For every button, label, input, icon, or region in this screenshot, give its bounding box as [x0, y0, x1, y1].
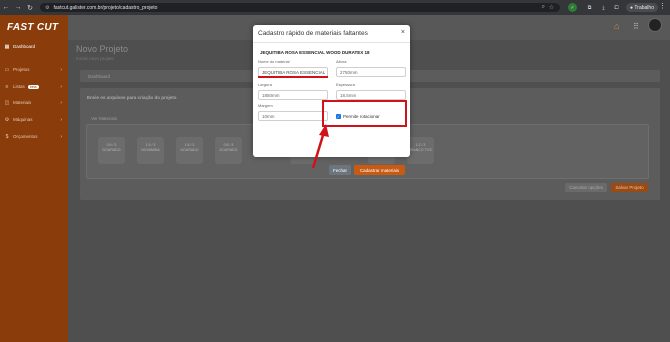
nome-label: Nome do material: [258, 59, 290, 64]
register-materials-button[interactable]: Cadastrar materiais: [354, 165, 405, 175]
width-field[interactable]: 1850mm: [258, 90, 328, 100]
espessura-label: Espessura: [336, 82, 355, 87]
tile-name: BRANCO TX/C: [408, 148, 433, 152]
material-tile[interactable]: 1.2 / 3 BRANCO TX/C: [407, 137, 434, 164]
sidebar-item-label: Dashboard: [13, 44, 36, 49]
puzzle-icon[interactable]: ⧉: [585, 3, 594, 12]
avatar[interactable]: [648, 18, 662, 32]
sidebar-item-projetos[interactable]: ▭ Projetos ›: [4, 65, 66, 74]
page-subtitle: Iniciar novo projeto: [76, 56, 115, 61]
machine-icon: ⚙: [4, 116, 10, 123]
save-project-button[interactable]: Salvar Projeto: [611, 183, 648, 192]
sidebar-item-label: Projetos: [13, 67, 30, 72]
extension-icon[interactable]: ✓: [568, 3, 577, 12]
chevron-right-icon: ›: [60, 99, 62, 106]
height-field[interactable]: 2750mm: [336, 67, 406, 77]
chevron-right-icon: ›: [60, 83, 62, 90]
apps-grid-icon[interactable]: ⠿: [633, 22, 639, 31]
brand-logo: FAST CUT: [7, 22, 59, 33]
material-tile[interactable]: 0.8 / 3 DOURADO: [215, 137, 242, 164]
close-icon[interactable]: ×: [401, 29, 405, 36]
forward-arrow-icon[interactable]: →: [12, 0, 24, 15]
translate-icon[interactable]: ⧠: [612, 3, 621, 12]
tile-name: DOURADO: [180, 148, 199, 152]
profile-button[interactable]: ● Trabalho: [626, 3, 658, 12]
chevron-right-icon: ›: [60, 116, 62, 123]
section-title: Envie os arquivos para criação do projet…: [87, 95, 177, 100]
sidebar-item-label: Máquinas: [13, 117, 33, 122]
cancel-options-button[interactable]: Cancelar opções: [565, 183, 607, 192]
annotation-arrow-icon: [311, 124, 329, 169]
profile-label: Trabalho: [634, 4, 654, 11]
material-tile[interactable]: 1.5 / 3 DOURADO: [176, 137, 203, 164]
url-text: fastcut.galister.com.br/projeto/cadastro…: [53, 4, 158, 11]
thickness-field[interactable]: 18,5mm: [336, 90, 406, 100]
page-title: Novo Projeto: [76, 44, 129, 54]
chevron-right-icon: ›: [60, 133, 62, 140]
sidebar-item-orcamentos[interactable]: $ Orçamentos ›: [4, 132, 66, 141]
close-button[interactable]: Fechar: [329, 165, 351, 175]
material-tile[interactable]: 0.9 / 3 DOURADO: [98, 137, 125, 164]
tile-name: DOURADO: [102, 148, 121, 152]
tab-dashboard[interactable]: Dashboard: [88, 74, 110, 79]
margin-field[interactable]: 10mm: [258, 111, 328, 121]
list-icon: ≡: [5, 83, 9, 90]
annotation-underline: [258, 76, 328, 78]
address-bar[interactable]: ⚙ fastcut.galister.com.br/projeto/cadast…: [40, 3, 560, 12]
largura-label: Largura: [258, 82, 272, 87]
annotation-highlight-box: [322, 100, 407, 127]
tile-name: NOVAMINA: [141, 148, 160, 152]
chevron-right-icon: ›: [60, 66, 62, 73]
sidebar-item-listas[interactable]: ≡ Listas beta ›: [4, 82, 66, 91]
margem-label: Margem: [258, 103, 273, 108]
sidebar-item-dashboard[interactable]: ▦ Dashboard: [4, 42, 66, 51]
tile-name: DOURADO: [219, 148, 238, 152]
material-header: JEQUITIBA ROSA ESSENCIAL WOOD DURATEX 18: [260, 50, 370, 55]
star-icon[interactable]: ☆: [549, 4, 554, 11]
modal-title: Cadastro rápido de materiais faltantes: [258, 30, 368, 37]
zoom-icon[interactable]: ⌕: [542, 4, 545, 11]
quick-material-modal: Cadastro rápido de materiais faltantes ×…: [253, 25, 410, 175]
tab-ver-materiais[interactable]: Ver Materiais: [91, 116, 117, 121]
sidebar-item-label: Materiais: [13, 100, 32, 105]
box-icon: ◫: [4, 99, 10, 106]
beta-badge: beta: [27, 84, 39, 89]
sidebar-item-label: Orçamentos: [13, 134, 38, 139]
altura-label: Altura: [336, 59, 347, 64]
sidebar-item-materiais[interactable]: ◫ Materiais ›: [4, 98, 66, 107]
material-tile[interactable]: 1.5 / 3 NOVAMINA: [137, 137, 164, 164]
modal-divider: [253, 42, 410, 43]
home-icon[interactable]: ⌂: [614, 21, 619, 31]
kebab-menu-icon[interactable]: ⋮: [659, 2, 666, 10]
dashboard-icon: ▦: [4, 43, 10, 50]
back-arrow-icon[interactable]: ←: [0, 0, 12, 15]
sidebar-item-label: Listas: [13, 84, 25, 89]
budget-icon: $: [5, 133, 9, 140]
folder-icon: ▭: [4, 66, 10, 73]
sidebar-item-maquinas[interactable]: ⚙ Máquinas ›: [4, 115, 66, 124]
reload-icon[interactable]: ↻: [24, 0, 36, 15]
site-info-icon[interactable]: ⚙: [45, 5, 49, 11]
download-icon[interactable]: ⤓: [599, 3, 608, 12]
